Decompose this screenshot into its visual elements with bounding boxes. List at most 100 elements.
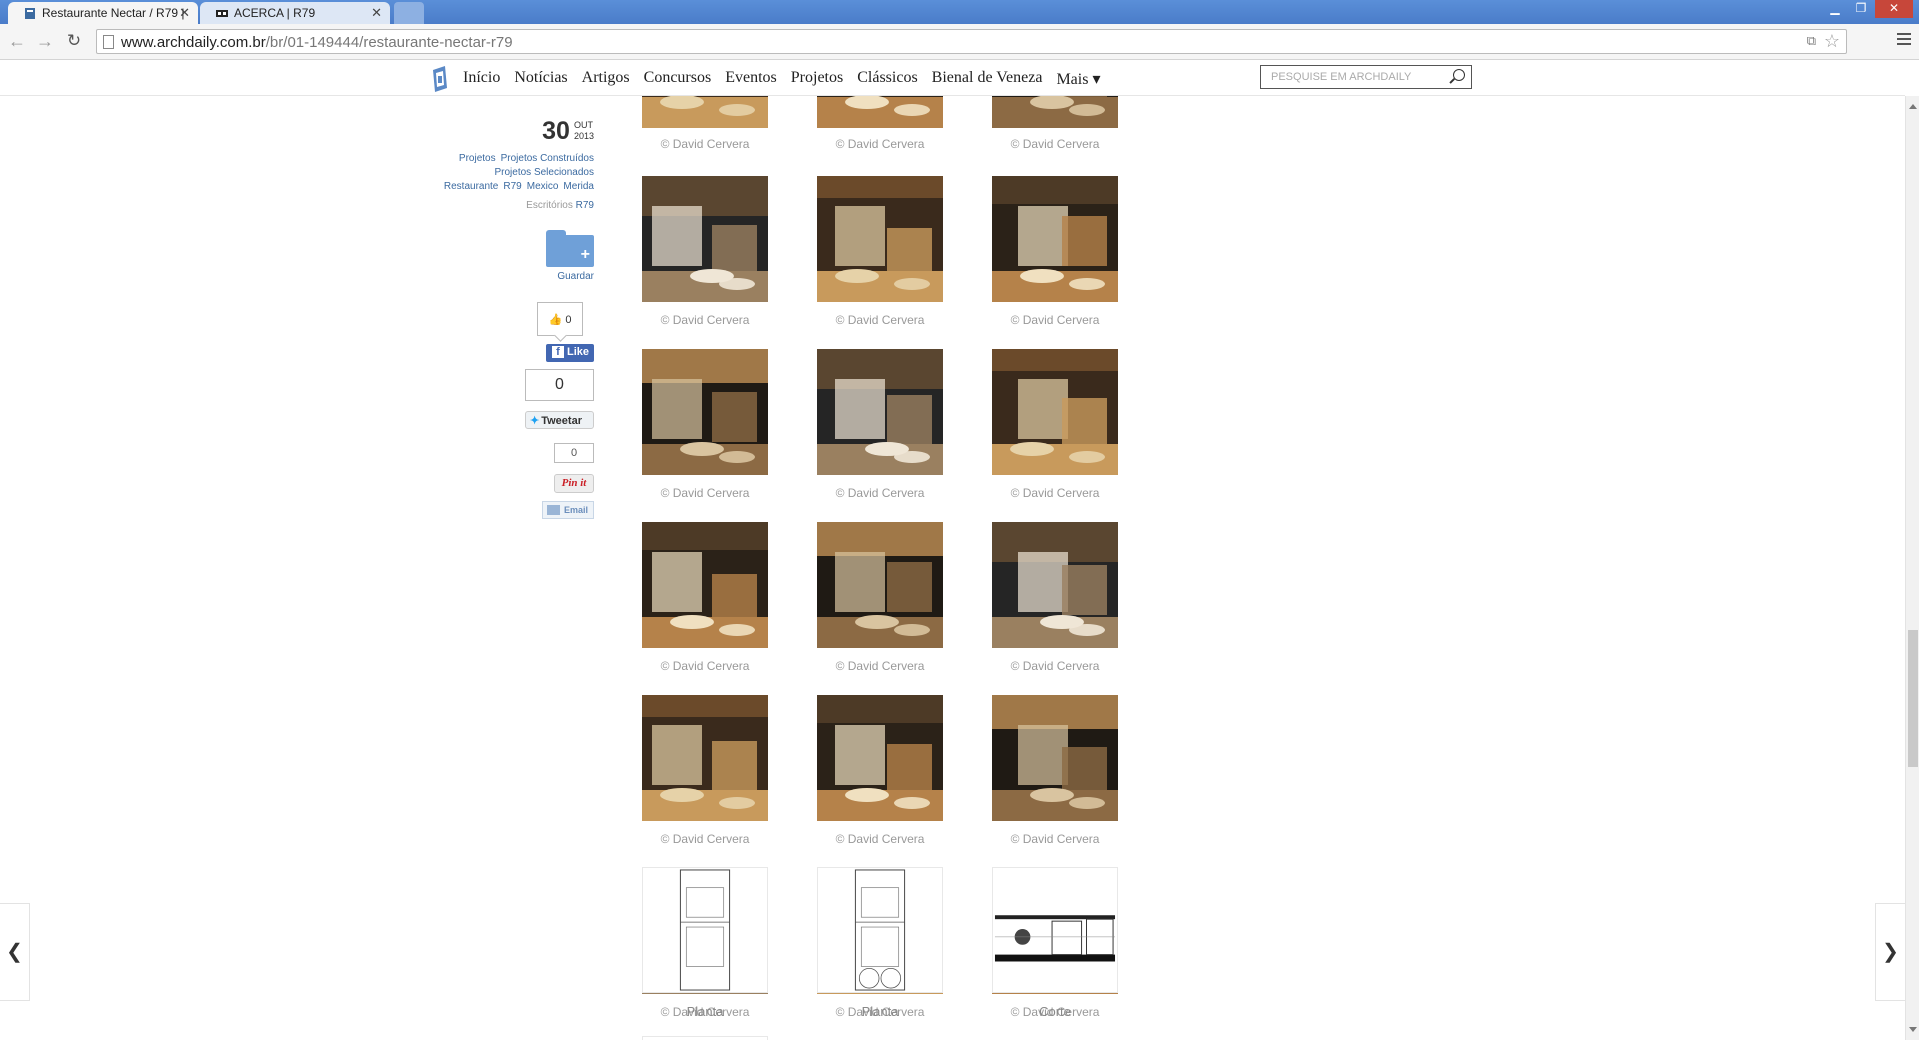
- translate-icon[interactable]: ⧉: [1807, 33, 1816, 49]
- photo-thumbnail[interactable]: [817, 695, 943, 821]
- back-icon[interactable]: ←: [6, 30, 28, 52]
- nav-classicos[interactable]: Clássicos: [857, 69, 917, 89]
- gallery-photo[interactable]: © David Cervera: [642, 349, 768, 500]
- tag-link[interactable]: Projetos: [459, 153, 496, 164]
- save-label[interactable]: Guardar: [557, 271, 594, 282]
- archdaily-logo-icon[interactable]: [431, 66, 449, 92]
- facebook-like-button[interactable]: f Like: [546, 344, 594, 362]
- gallery-photo[interactable]: © David Cervera: [992, 695, 1118, 846]
- photo-thumbnail[interactable]: [992, 695, 1118, 821]
- photo-credit: © David Cervera: [1010, 313, 1100, 327]
- photo-thumbnail[interactable]: [642, 349, 768, 475]
- gallery-photo[interactable]: © David Cervera: [817, 695, 943, 846]
- tab-title: ACERCA | R79: [234, 6, 316, 20]
- close-window-icon[interactable]: ✕: [1875, 0, 1913, 18]
- gallery-photo[interactable]: © David Cervera: [817, 176, 943, 327]
- next-project-arrow[interactable]: ❯: [1875, 903, 1905, 1001]
- photo-thumbnail[interactable]: [817, 522, 943, 648]
- tweet-button[interactable]: ✦ Tweetar: [525, 411, 594, 429]
- photo-credit: © David Cervera: [660, 832, 750, 846]
- photo-thumbnail-cropped[interactable]: [817, 96, 943, 128]
- new-tab-button[interactable]: [394, 2, 424, 24]
- photo-credit: © David Cervera: [1010, 486, 1100, 500]
- drawing-caption: Corte: [1039, 1004, 1071, 1019]
- photo-thumbnail[interactable]: [992, 176, 1118, 302]
- email-button[interactable]: Email: [542, 501, 594, 519]
- offices-line: Escritórios R79: [526, 200, 594, 211]
- drawing-thumbnail[interactable]: [642, 867, 768, 993]
- save-folder-icon[interactable]: +: [546, 230, 594, 270]
- drawing-thumbnail[interactable]: [992, 867, 1118, 993]
- photo-thumbnail[interactable]: [642, 176, 768, 302]
- photo-credit: © David Cervera: [835, 313, 925, 327]
- page-scrollbar[interactable]: [1905, 96, 1919, 1040]
- office-link[interactable]: R79: [576, 200, 594, 211]
- close-tab-icon[interactable]: ✕: [371, 5, 382, 21]
- nav-bienal[interactable]: Bienal de Veneza: [932, 69, 1043, 89]
- like-counter: 👍 0: [537, 302, 583, 336]
- gallery-photo[interactable]: © David Cervera: [642, 695, 768, 846]
- site-navbar: Início Notícias Artigos Concursos Evento…: [0, 60, 1905, 96]
- gallery-photo[interactable]: © David Cervera: [642, 176, 768, 327]
- gallery-drawing[interactable]: Planta: [642, 867, 768, 1019]
- scrollbar-thumb[interactable]: [1908, 630, 1918, 767]
- photo-credit: © David Cervera: [835, 486, 925, 500]
- forward-icon[interactable]: →: [34, 30, 56, 52]
- photo-thumbnail[interactable]: [642, 695, 768, 821]
- publish-date: 30 OUT 2013: [542, 119, 594, 144]
- tag-link[interactable]: R79: [503, 181, 521, 192]
- thumbs-up-icon: 👍: [548, 314, 563, 326]
- drawing-thumbnail[interactable]: [817, 867, 943, 993]
- gallery-photo[interactable]: © David Cervera: [992, 349, 1118, 500]
- r79-favicon-icon: [216, 10, 228, 17]
- address-bar[interactable]: www.archdaily.com.br/br/01-149444/restau…: [96, 29, 1847, 54]
- previous-project-arrow[interactable]: ❮: [0, 903, 30, 1001]
- tag-link[interactable]: Projetos Construídos: [501, 153, 594, 164]
- nav-inicio[interactable]: Início: [463, 69, 500, 89]
- photo-thumbnail[interactable]: [817, 176, 943, 302]
- nav-artigos[interactable]: Artigos: [582, 69, 630, 89]
- close-tab-icon[interactable]: ✕: [179, 5, 190, 21]
- gallery-photo[interactable]: © David Cervera: [642, 522, 768, 673]
- tag-link[interactable]: Mexico: [527, 181, 559, 192]
- tag-link[interactable]: Restaurante: [444, 181, 498, 192]
- reload-icon[interactable]: ↻: [63, 30, 85, 52]
- drawing-caption: Planta: [861, 1004, 899, 1019]
- gallery-photo[interactable]: © David Cervera: [817, 522, 943, 673]
- restore-icon[interactable]: ❐: [1849, 0, 1873, 18]
- nav-mais-dropdown[interactable]: Mais ▾: [1056, 69, 1100, 89]
- photo-thumbnail[interactable]: [992, 349, 1118, 475]
- gallery-photo[interactable]: © David Cervera: [817, 349, 943, 500]
- nav-concursos[interactable]: Concursos: [644, 69, 712, 89]
- nav-noticias[interactable]: Notícias: [514, 69, 567, 89]
- pin-counter: 0: [554, 443, 594, 463]
- tab-acerca-r79[interactable]: ACERCA | R79 ✕: [200, 2, 390, 24]
- photo-thumbnail-cropped[interactable]: [642, 96, 768, 128]
- gallery-photo[interactable]: © David Cervera: [992, 176, 1118, 327]
- nav-eventos[interactable]: Eventos: [725, 69, 777, 89]
- search-input[interactable]: PESQUISE EM ARCHDAILY: [1260, 65, 1472, 89]
- photo-thumbnail[interactable]: [992, 522, 1118, 648]
- bookmark-star-icon[interactable]: ☆: [1824, 31, 1840, 52]
- gallery-drawing[interactable]: Corte: [992, 867, 1118, 1019]
- gallery-photo[interactable]: © David Cervera: [992, 522, 1118, 673]
- photo-credit: © David Cervera: [660, 137, 750, 151]
- facebook-icon: f: [552, 346, 564, 358]
- tab-restaurante-nectar[interactable]: Restaurante Nectar / R79 | ✕: [8, 2, 198, 24]
- archdaily-favicon-icon: [25, 8, 35, 19]
- nav-projetos[interactable]: Projetos: [791, 69, 843, 89]
- scroll-up-icon[interactable]: [1909, 100, 1917, 109]
- search-icon[interactable]: [1453, 69, 1465, 81]
- scroll-down-icon[interactable]: [1909, 1027, 1917, 1036]
- pin-it-button[interactable]: Pin it: [554, 474, 594, 493]
- url-text[interactable]: www.archdaily.com.br/br/01-149444/restau…: [121, 34, 513, 51]
- tag-link[interactable]: Projetos Selecionados: [494, 167, 594, 178]
- photo-thumbnail[interactable]: [817, 349, 943, 475]
- photo-thumbnail-cropped[interactable]: [992, 96, 1118, 128]
- chrome-menu-icon[interactable]: [1897, 30, 1911, 48]
- tag-link[interactable]: Merida: [563, 181, 594, 192]
- photo-thumbnail[interactable]: [642, 522, 768, 648]
- browser-toolbar: ← → ↻ www.archdaily.com.br/br/01-149444/…: [0, 24, 1919, 60]
- minimize-icon[interactable]: ▁: [1823, 0, 1847, 18]
- gallery-drawing[interactable]: Planta: [817, 867, 943, 1019]
